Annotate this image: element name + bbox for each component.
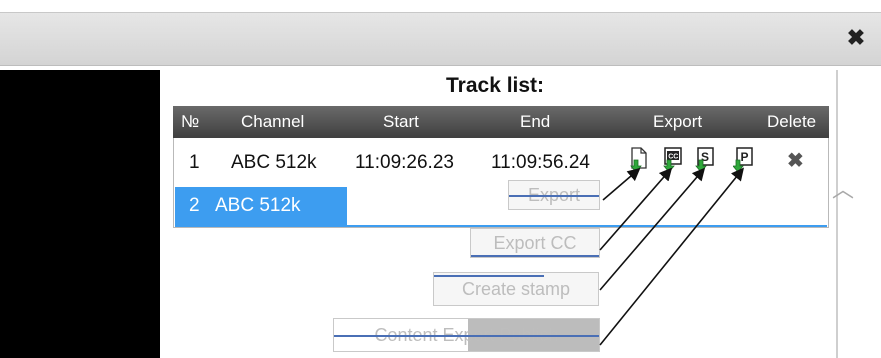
callout-arrows (599, 167, 745, 346)
